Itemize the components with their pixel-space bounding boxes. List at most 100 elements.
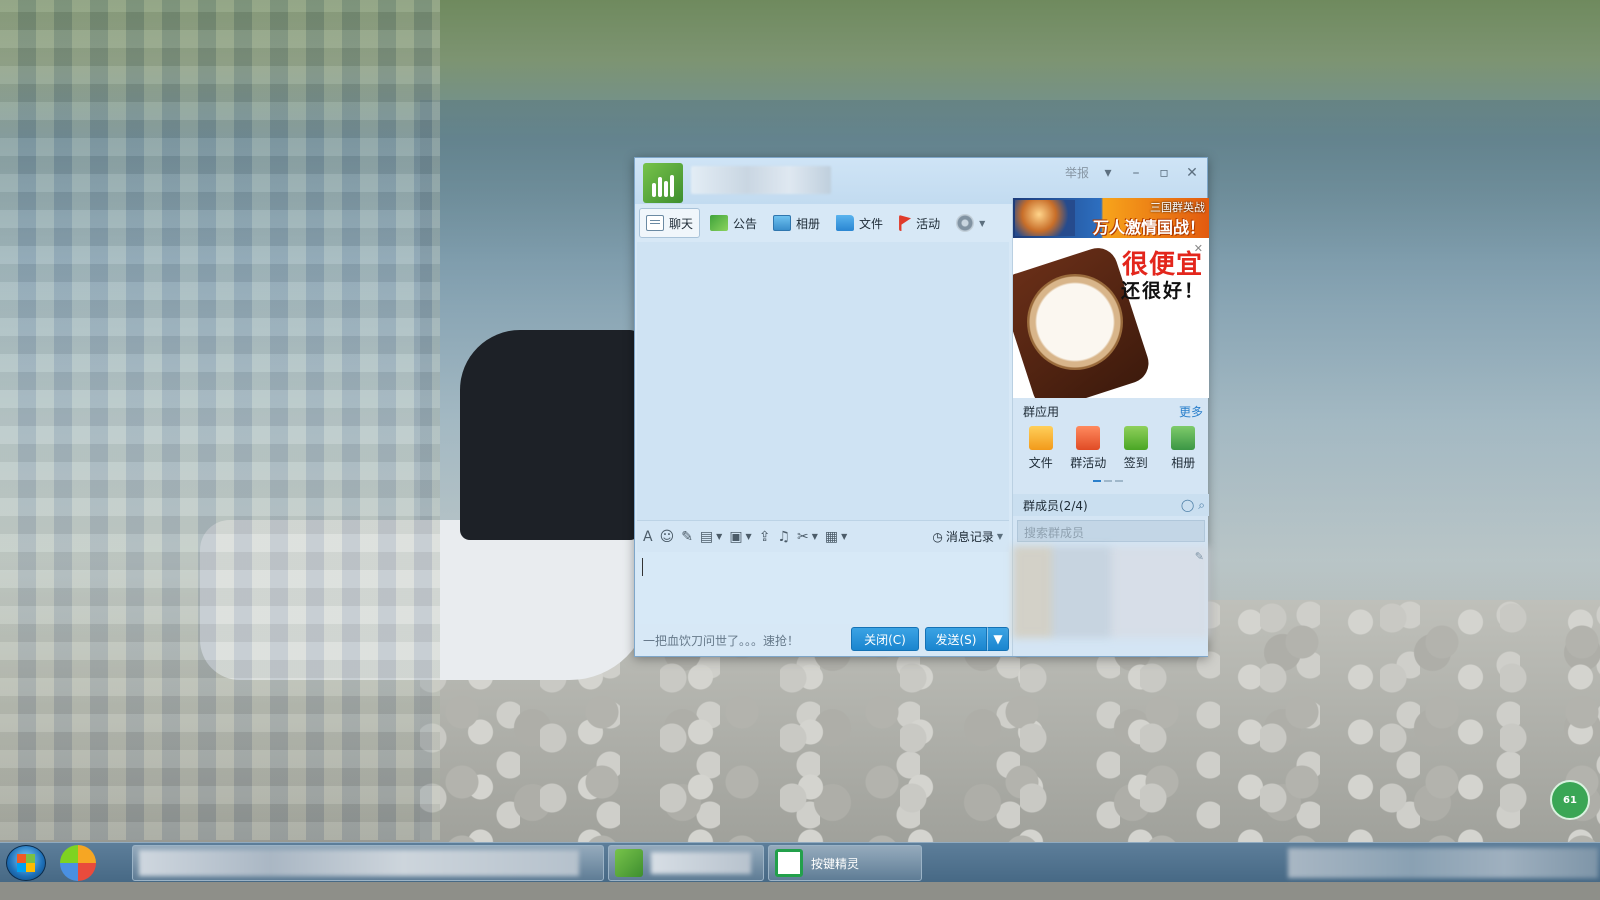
tray-icons-redacted [1288,848,1598,878]
group-apps: 文件 群活动 签到 相册 [1017,426,1207,476]
message-history-button[interactable]: ◷ 消息记录 ▼ [932,528,1003,545]
emoji-icon[interactable]: ☺ [660,530,675,544]
member-search-input[interactable]: 搜索群成员 [1017,520,1205,542]
app-album[interactable]: 相册 [1161,426,1205,476]
text-cursor [642,558,643,576]
watch-image [1027,274,1123,370]
tab-files[interactable]: 文件 [830,208,889,238]
checkin-icon [1123,426,1148,450]
shake-icon[interactable]: ✎ [681,530,693,544]
notice-flag-icon [710,215,729,231]
menu-dropdown-icon[interactable]: ▾ [1099,165,1117,181]
app-group-activity[interactable]: 群活动 [1066,426,1110,476]
gift-icon[interactable]: ▤ [700,530,713,544]
group-apps-title: 群应用 [1023,404,1060,419]
taskbar-item-redacted [651,852,751,874]
tab-album[interactable]: 相册 [767,208,826,238]
music-icon[interactable]: ♫ [777,530,790,544]
taskbar-item-group-chat[interactable] [608,845,764,881]
tab-files-label: 文件 [859,216,884,231]
members-title: 群成员(2/4) [1023,498,1088,513]
floating-badge[interactable]: 61 [1550,780,1590,820]
app-files-label: 文件 [1028,456,1053,470]
ad-close-icon[interactable]: ✕ [1194,242,1203,255]
members-list-redacted[interactable] [1013,546,1209,638]
message-history-label: 消息记录 [945,530,994,544]
chevron-down-icon: ▼ [993,632,1003,646]
send-options-button[interactable]: ▼ [987,627,1009,651]
apps-pager[interactable] [1093,480,1123,482]
tab-toolbar: 聊天 公告 相册 文件 活动 ▼ [639,206,1009,240]
keyboard-wizard-icon [775,849,803,877]
app-album-label: 相册 [1171,456,1196,470]
right-panel: 三国群英战 万人激情国战！ 很便宜 还很好！ ✕ 群应用 更多 文件 群活动 签… [1012,198,1209,656]
desktop-icons-blurred[interactable] [0,0,440,840]
game-ad-big-text: 万人激情国战！ [1092,218,1205,237]
watch-ad[interactable]: 很便宜 还很好！ ✕ [1013,238,1209,398]
tab-album-label: 相册 [796,216,821,231]
group-name-redacted [691,166,831,194]
group-chat-window: 举报 ▾ – ▫ ✕ 聊天 公告 相册 文件 活动 ▼ A ☺ ✎ ▤ ▼ ▣ … [634,157,1209,657]
message-input[interactable] [637,552,1009,624]
settings-button[interactable]: ▼ [950,208,991,238]
quick-launch-app-icon[interactable] [60,844,96,881]
group-apps-more-link[interactable]: 更多 [1179,403,1203,420]
chevron-down-icon[interactable]: ▼ [812,532,818,541]
edit-icon[interactable]: ✎ [1195,550,1204,563]
group-activity-icon [1076,426,1101,450]
maximize-icon[interactable]: ▫ [1155,165,1173,181]
app-checkin-label: 签到 [1123,456,1148,470]
search-icon[interactable]: ⌕ [1198,498,1205,513]
activity-flag-icon [899,215,912,231]
chevron-down-icon: ▼ [979,218,986,228]
taskbar: 按键精灵 [0,842,1600,882]
album-icon [773,215,792,231]
app-checkin[interactable]: 签到 [1114,426,1158,476]
image-icon[interactable]: ▣ [729,530,742,544]
windows-logo-icon [17,853,35,872]
chat-icon [646,215,664,231]
game-ad-banner[interactable]: 三国群英战 万人激情国战！ [1013,198,1209,238]
folder-app-icon [1028,426,1053,450]
chevron-down-icon[interactable]: ▼ [841,532,847,541]
upload-icon[interactable]: ⇪ [759,530,771,544]
app-group-activity-label: 群活动 [1070,456,1107,470]
game-ad-hero-image [1015,200,1075,236]
chevron-down-icon[interactable]: ▼ [746,532,752,541]
ad-text-link[interactable]: 一把血饮刀问世了。。。速抢！ [643,632,799,649]
report-link[interactable]: 举报 [1065,164,1089,181]
members-chat-icon[interactable]: ◯ [1181,498,1194,513]
album-app-icon [1171,426,1196,450]
watch-ad-line2: 还很好！ [1120,280,1205,302]
chevron-down-icon[interactable]: ▼ [716,532,722,541]
tab-notice[interactable]: 公告 [704,208,763,238]
taskbar-item-keyboard-wizard[interactable]: 按键精灵 [768,845,922,881]
taskbar-item-label: 按键精灵 [811,856,860,871]
tab-activity-label: 活动 [916,216,941,231]
tab-chat[interactable]: 聊天 [639,208,701,238]
minimize-icon[interactable]: – [1127,165,1145,181]
message-history-area[interactable] [637,242,1009,520]
font-icon[interactable]: A [643,530,653,544]
taskbar-item-explorer[interactable] [132,845,604,881]
close-icon[interactable]: ✕ [1183,165,1201,181]
app-files[interactable]: 文件 [1019,426,1063,476]
more-tools-icon[interactable]: ▦ [825,530,838,544]
chevron-down-icon: ▼ [996,532,1003,541]
group-avatar[interactable] [643,163,683,203]
start-button[interactable] [6,844,46,881]
members-header: 群成员(2/4) ◯ ⌕ [1013,494,1209,516]
group-apps-header: 群应用 更多 [1013,400,1209,422]
send-button[interactable]: 发送(S) [925,627,987,651]
tab-activity[interactable]: 活动 [893,208,946,238]
screenshot-scissors-icon[interactable]: ✂ [797,530,809,544]
system-tray[interactable] [1280,843,1600,883]
taskbar-item-redacted [139,850,579,876]
tab-notice-label: 公告 [733,216,758,231]
close-button[interactable]: 关闭(C) [851,627,919,651]
window-controls: 举报 ▾ – ▫ ✕ [1065,164,1201,181]
desktop-wallpaper-figure [460,330,640,540]
folder-icon [836,215,855,231]
bottom-bar: 一把血饮刀问世了。。。速抢！ 关闭(C) 发送(S) ▼ [637,624,1009,656]
group-avatar-icon [615,849,643,877]
